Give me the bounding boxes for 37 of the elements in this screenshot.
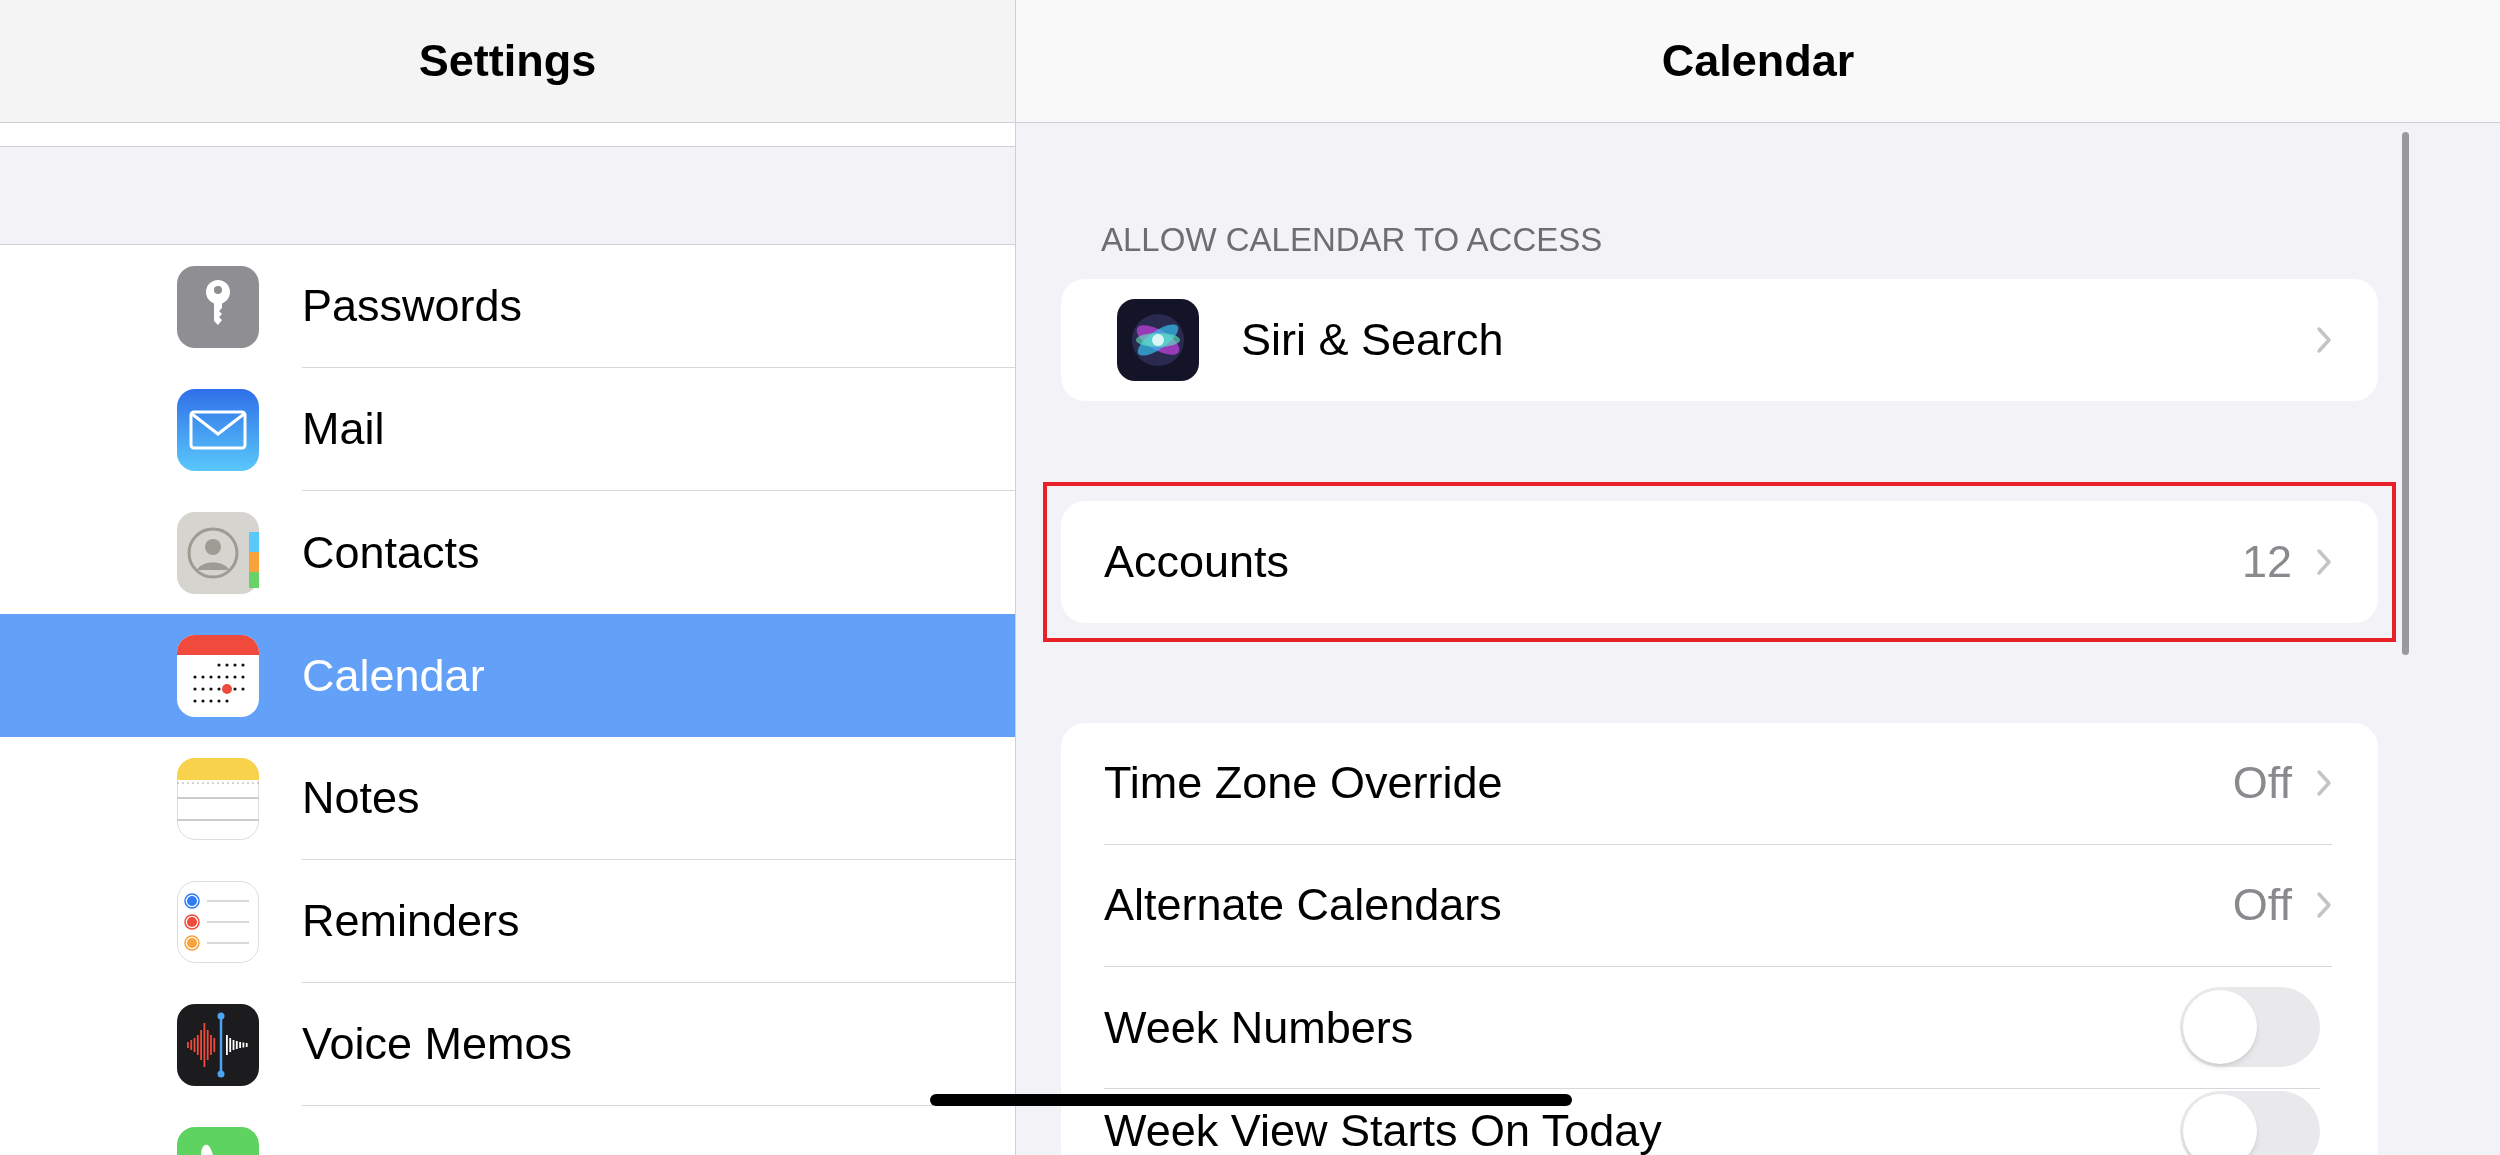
settings-row[interactable]: Alternate Calendars Off — [1061, 844, 2378, 967]
item-label: Voice Memos — [302, 1017, 573, 1072]
row-label: Week View Starts On Today — [1104, 1108, 1662, 1153]
item-label: Passwords — [302, 279, 523, 334]
item-label: Reminders — [302, 894, 520, 949]
row-label: Accounts — [1104, 534, 1291, 589]
waveform-icon — [177, 1003, 259, 1086]
calendar-icon — [177, 634, 259, 717]
row-label: Week Numbers — [1104, 1004, 1414, 1050]
notepad-icon — [177, 757, 259, 840]
row-label: Alternate Calendars — [1104, 878, 1503, 933]
row-value: Off — [2232, 878, 2292, 933]
item-label: Contacts — [302, 525, 480, 580]
settings-row[interactable]: Accounts 12 — [1061, 500, 2378, 623]
settings-row[interactable]: Siri & Search — [1061, 278, 2378, 401]
item-label: Mail — [302, 402, 385, 457]
section-header: ALLOW CALENDAR TO ACCESS — [1100, 220, 1604, 260]
row-value: Off — [2232, 756, 2292, 811]
chevron-icon — [2316, 547, 2332, 576]
home-indicator[interactable] — [930, 1094, 1572, 1106]
row-label: Siri & Search — [1241, 312, 1505, 367]
settings-row[interactable]: Time Zone Override Off — [1061, 722, 2378, 845]
pane-title: Settings — [418, 34, 597, 89]
envelope-icon — [177, 388, 259, 471]
row-label: Time Zone Override — [1104, 756, 1504, 811]
pane-title: Calendar — [1661, 34, 1855, 89]
chevron-icon — [2316, 769, 2332, 797]
key-icon — [177, 265, 259, 348]
siri-icon — [1117, 298, 1199, 381]
contacts-icon — [177, 511, 259, 594]
chevron-icon — [2316, 891, 2332, 919]
item-label: Notes — [302, 771, 420, 826]
item-label: Calendar — [302, 648, 485, 703]
chevron-icon — [2316, 325, 2332, 354]
row-value: 12 — [2241, 534, 2292, 589]
toggle-switch[interactable] — [2180, 1090, 2320, 1155]
checklist-icon — [177, 880, 259, 963]
